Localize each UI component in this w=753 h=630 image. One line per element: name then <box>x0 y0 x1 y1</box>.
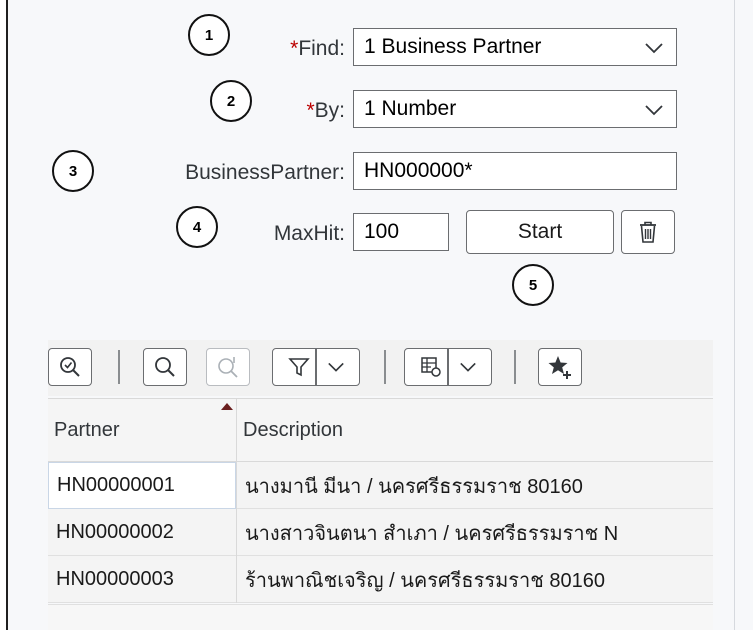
start-button[interactable]: Start <box>466 210 614 254</box>
max-hit-input[interactable]: 100 <box>353 213 449 251</box>
callout-4: 4 <box>176 206 218 248</box>
description-cell: ร้านพาณิชเจริญ / นครศรีธรรมราช 80160 <box>245 569 606 592</box>
by-label-text: By: <box>314 99 345 122</box>
column-header-partner[interactable]: Partner <box>48 419 236 442</box>
search-icon <box>155 357 175 377</box>
add-favorite-button[interactable] <box>538 348 582 386</box>
table-footer <box>48 604 713 630</box>
business-partner-label: BusinessPartner: <box>185 161 345 184</box>
required-mark: * <box>306 99 315 122</box>
favorite-add-icon <box>548 356 571 379</box>
zoom-details-icon <box>60 357 80 377</box>
column-divider <box>236 509 237 556</box>
search-next-icon <box>218 357 238 378</box>
table-header: Partner Description <box>48 398 713 463</box>
trash-icon <box>640 221 656 243</box>
description-cell: นางมานี มีนา / นครศรีธรรมราช 80160 <box>245 475 583 498</box>
chevron-down-icon <box>645 105 663 116</box>
callout-2: 2 <box>210 80 252 122</box>
partner-cell: HN00000001 <box>48 462 236 509</box>
search-button[interactable] <box>143 348 187 386</box>
find-label: *Find: <box>290 37 345 61</box>
partner-cell: HN00000002 <box>56 521 174 543</box>
business-partner-input[interactable]: HN000000* <box>353 152 677 190</box>
find-label-text: Find: <box>298 37 345 60</box>
column-divider <box>236 399 237 463</box>
column-header-description[interactable]: Description <box>237 419 713 442</box>
split-divider <box>447 348 449 386</box>
panel-divider <box>734 0 735 630</box>
chevron-down-icon <box>645 43 663 54</box>
column-divider <box>236 462 237 509</box>
delete-button[interactable] <box>621 210 675 254</box>
max-hit-value: 100 <box>364 220 400 243</box>
chevron-down-icon <box>460 362 476 372</box>
toolbar-separator <box>118 350 120 384</box>
table-row[interactable]: HN00000003 ร้านพาณิชเจริญ / นครศรีธรรมรา… <box>48 556 713 603</box>
table-row[interactable]: HN00000001 นางมานี มีนา / นครศรีธรรมราช … <box>48 462 713 509</box>
column-divider <box>236 556 237 603</box>
zoom-details-button[interactable] <box>48 348 92 386</box>
callout-3: 3 <box>52 150 94 192</box>
by-value: 1 Number <box>364 97 457 120</box>
by-label: *By: <box>306 99 345 123</box>
callout-5: 5 <box>512 264 554 306</box>
partner-cell: HN00000003 <box>56 568 174 590</box>
search-next-button[interactable] <box>206 348 250 386</box>
callout-1: 1 <box>188 14 230 56</box>
sort-ascending-icon <box>221 403 233 410</box>
table-row[interactable]: HN00000002 นางสาวจินตนา สำเภา / นครศรีธร… <box>48 509 713 556</box>
result-toolbar <box>48 340 713 396</box>
find-value: 1 Business Partner <box>364 35 542 58</box>
description-cell: นางสาวจินตนา สำเภา / นครศรีธรรมราช N <box>245 522 619 545</box>
by-select[interactable]: 1 Number <box>353 90 677 128</box>
filter-icon <box>288 358 310 377</box>
max-hit-label: MaxHit: <box>273 222 345 245</box>
toolbar-separator <box>384 350 386 384</box>
business-partner-value: HN000000* <box>364 159 473 182</box>
find-select[interactable]: 1 Business Partner <box>353 28 677 66</box>
layout-settings-icon <box>421 357 441 377</box>
split-divider <box>315 348 317 386</box>
toolbar-separator <box>514 350 516 384</box>
chevron-down-icon <box>328 362 344 372</box>
